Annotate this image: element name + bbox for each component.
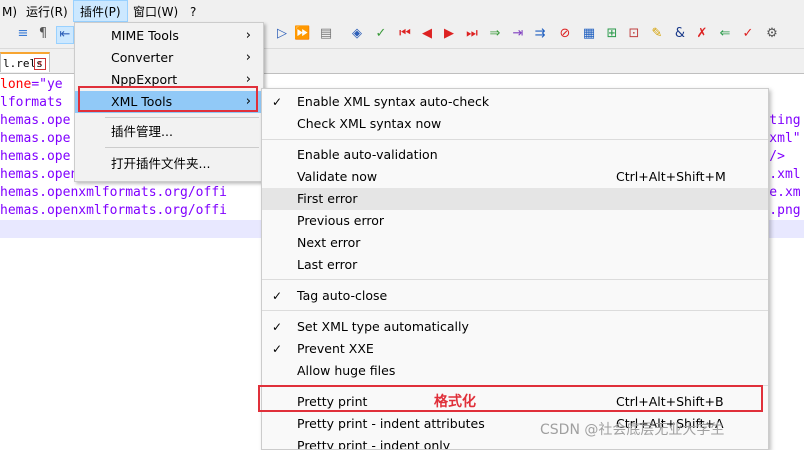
highlight-box-xml-tools — [78, 86, 258, 112]
first-error-icon[interactable]: ⏮ — [397, 26, 413, 42]
menu-item-check-syntax-now[interactable]: Check XML syntax now — [262, 113, 768, 135]
menu-item-plugin-admin[interactable]: 插件管理... — [75, 121, 263, 143]
menu-item-mime-tools[interactable]: MIME Tools › — [75, 25, 263, 47]
previous-error-icon[interactable]: ◀ — [419, 26, 435, 42]
menu-window[interactable]: 窗口(W) — [127, 0, 184, 22]
chevron-right-icon: › — [245, 28, 251, 43]
code-line: hemas.openxmlformats.org/offi Table.xm — [0, 185, 801, 200]
play-icon[interactable]: ▷ — [274, 26, 290, 42]
menu-item-previous-error[interactable]: Previous error — [262, 210, 768, 232]
code-line: hemas.ope bSetting — [0, 113, 801, 128]
menu-item-tag-auto-close[interactable]: ✓ Tag auto-close — [262, 285, 768, 307]
next-error-icon[interactable]: ▶ — [441, 26, 457, 42]
menu-item-enable-syntax-autocheck[interactable]: ✓ Enable XML syntax auto-check — [262, 91, 768, 113]
menu-separator — [262, 310, 768, 311]
code-line: hemas.ope ngs.xml" — [0, 131, 801, 146]
checkmark-icon: ✓ — [271, 320, 283, 334]
chevron-right-icon: › — [245, 50, 251, 65]
menu-separator — [105, 117, 259, 118]
uncomment-icon[interactable]: ✓ — [740, 26, 756, 42]
menu-item-open-plugins-folder[interactable]: 打开插件文件夹... — [75, 153, 263, 175]
menu-run[interactable]: 运行(R) — [20, 0, 74, 22]
menu-plugins[interactable]: 插件(P) — [73, 0, 128, 22]
indent-guide-icon[interactable]: ≡ — [15, 26, 31, 42]
menu-bar: M) 运行(R) 插件(P) 窗口(W) ? — [0, 0, 804, 23]
menu-item-last-error[interactable]: Last error — [262, 254, 768, 276]
menu-item-enable-auto-validation[interactable]: Enable auto-validation — [262, 144, 768, 166]
pilcrow-icon[interactable]: ¶ — [35, 26, 51, 42]
menu-item-validate-now[interactable]: Validate now Ctrl+Alt+Shift+M — [262, 166, 768, 188]
settings-icon[interactable]: ⚙ — [764, 26, 780, 42]
menu-item-prevent-xxe[interactable]: ✓ Prevent XXE — [262, 338, 768, 360]
save-macro-icon[interactable]: ▤ — [318, 26, 334, 42]
wrap-icon[interactable]: ⇤ — [56, 26, 74, 44]
checkmark-icon: ✓ — [271, 289, 283, 303]
checkmark-icon: ✓ — [271, 342, 283, 356]
code-line: hemas.openxmlformats.org/offi age1.png — [0, 203, 801, 218]
comment-icon[interactable]: ⇐ — [717, 26, 733, 42]
close-tab-icon[interactable]: × — [34, 58, 46, 70]
check-syntax-icon[interactable]: ✓ — [373, 26, 389, 42]
file-tab[interactable]: l.rels × — [0, 52, 50, 72]
menu-item-set-xml-type[interactable]: ✓ Set XML type automatically — [262, 316, 768, 338]
menu-item-allow-huge-files[interactable]: Allow huge files — [262, 360, 768, 382]
checkmark-icon: ✓ — [271, 95, 283, 109]
code-line: hemas.opexml"/> — [0, 149, 785, 164]
menu-item-converter[interactable]: Converter › — [75, 47, 263, 69]
watermark: CSDN @社会底层无业大学生 — [540, 422, 725, 438]
menu-separator — [262, 279, 768, 280]
menu-help[interactable]: ? — [184, 0, 202, 22]
xml-icon[interactable]: ◈ — [349, 26, 365, 42]
pretty-print-icon[interactable]: ✎ — [649, 26, 665, 42]
code-line: lone="ye — [0, 77, 63, 92]
xslt-icon[interactable]: ⇥ — [510, 26, 526, 42]
escape-icon[interactable]: ✗ — [694, 26, 710, 42]
highlight-box-pretty-print — [258, 385, 763, 412]
last-error-icon[interactable]: ⏭ — [464, 26, 480, 42]
menu-item-next-error[interactable]: Next error — [262, 232, 768, 254]
menu-item-first-error[interactable]: First error — [262, 188, 768, 210]
document-icon[interactable]: ▦ — [581, 26, 597, 42]
fast-forward-icon[interactable]: ⏩ — [294, 26, 310, 42]
tree-icon[interactable]: ⊞ — [604, 26, 620, 42]
annotation-format-label: 格式化 — [434, 394, 476, 410]
menu-separator — [262, 139, 768, 140]
convert-icon[interactable]: ⊡ — [626, 26, 642, 42]
menu-separator — [105, 147, 259, 148]
ampersand-icon[interactable]: & — [672, 26, 688, 42]
code-line: lformats — [0, 95, 63, 110]
validate-icon[interactable]: ⇒ — [487, 26, 503, 42]
strike-icon[interactable]: ⊘ — [557, 26, 573, 42]
xpath-icon[interactable]: ⇉ — [532, 26, 548, 42]
